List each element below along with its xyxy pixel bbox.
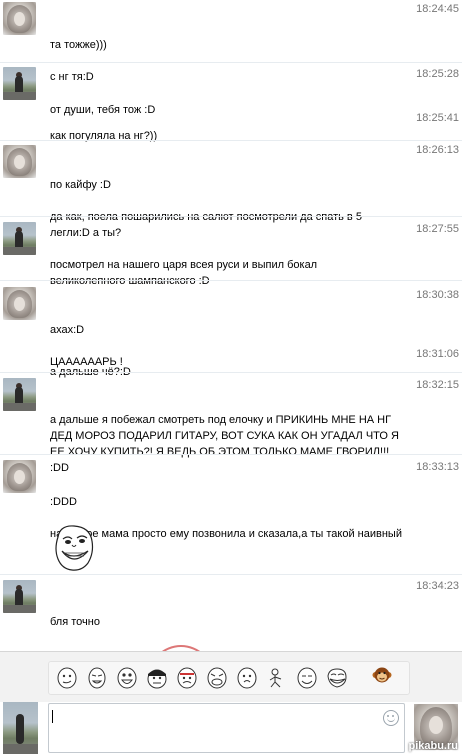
- rage-face-2-drawing: [88, 667, 106, 689]
- composer: pikabu.ru: [0, 702, 462, 755]
- meme-face-icon: [50, 523, 96, 573]
- rage-face-5-icon[interactable]: [175, 666, 199, 690]
- message-line: та тожже))): [50, 39, 107, 51]
- avatar-road: [3, 403, 36, 411]
- message-line: по кайфу :D: [50, 179, 111, 191]
- chat-history[interactable]: 18:24:45 та тожже))) с нг тя:D 18:25:28 …: [0, 0, 462, 651]
- avatar[interactable]: [3, 222, 36, 255]
- avatar[interactable]: [3, 2, 36, 35]
- message: 18:24:45 та тожже))) с нг тя:D: [0, 0, 462, 83]
- rage-face-1-drawing: [57, 667, 77, 689]
- message-time: 18:32:15: [416, 379, 459, 391]
- avatar-road: [3, 605, 36, 613]
- watermark: pikabu.ru: [408, 740, 458, 752]
- message-time: 18:24:45: [416, 3, 459, 15]
- message-input[interactable]: [48, 703, 405, 753]
- avatar[interactable]: [3, 378, 36, 411]
- my-avatar[interactable]: [3, 702, 38, 754]
- avatar-face: [14, 297, 25, 311]
- message-time: 18:27:55: [416, 223, 459, 235]
- text-caret: [52, 710, 53, 723]
- avatar-face: [14, 12, 25, 26]
- message-time: 18:25:41: [416, 112, 459, 124]
- rage-face-3-drawing: [117, 667, 137, 689]
- rage-face-8-drawing: [269, 668, 282, 688]
- rage-face-3-icon[interactable]: [115, 666, 139, 690]
- message: 18:25:28 от души, тебя тож :D: [0, 62, 462, 116]
- avatar-road: [3, 247, 36, 255]
- rage-face-4-drawing: [147, 669, 167, 689]
- message-time: 18:25:28: [416, 68, 459, 80]
- troll-face-icon[interactable]: [325, 666, 349, 690]
- message: 18:34:23 бля точно: [0, 574, 462, 651]
- rage-face-2-icon[interactable]: [85, 666, 109, 690]
- message: 18:32:15 а дальше я побежал смотреть под…: [0, 372, 462, 474]
- avatar-face: [14, 155, 25, 169]
- message: 18:27:55 посмотрел на нашего царя всея р…: [0, 216, 462, 287]
- avatar[interactable]: [3, 287, 36, 320]
- message-line: :DDD: [50, 496, 77, 508]
- avatar[interactable]: [3, 460, 36, 493]
- avatar-road: [3, 92, 36, 100]
- rage-face-6-icon[interactable]: [205, 666, 229, 690]
- message-text: :DDD наверное мама просто ему позвонила …: [50, 478, 410, 558]
- message-time: 18:30:38: [416, 289, 459, 301]
- rage-face-9-icon[interactable]: [295, 666, 319, 690]
- avatar-face: [14, 470, 25, 484]
- rage-face-8-icon[interactable]: [265, 666, 289, 690]
- message-line: наверное мама просто ему позвонила и ска…: [50, 528, 402, 540]
- avatar[interactable]: [3, 67, 36, 100]
- message-line: бля точно: [50, 616, 100, 628]
- monkey-drawing: [372, 667, 392, 683]
- avatar-person: [16, 714, 24, 744]
- emoji-bar: [0, 651, 462, 703]
- rage-face-7-drawing: [237, 667, 257, 689]
- avatar-road: [3, 744, 38, 754]
- message-text: бля точно: [50, 598, 410, 646]
- message: 18:31:06 а дальше чё?:D: [0, 344, 462, 378]
- message-time: 18:31:06: [416, 348, 459, 360]
- avatar[interactable]: [3, 580, 36, 613]
- message: 18:25:41 как погуляла на нг?)): [0, 106, 462, 142]
- rage-face-1-icon[interactable]: [55, 666, 79, 690]
- rage-face-5-drawing: [177, 667, 197, 689]
- message-time: 18:34:23: [416, 580, 459, 592]
- rage-face-6-drawing: [207, 667, 227, 689]
- troll-face-drawing: [327, 668, 347, 688]
- message-line: ахах:D: [50, 324, 85, 336]
- avatar-face: [429, 716, 443, 734]
- meme-face-drawing: [55, 525, 94, 571]
- smile-icon[interactable]: [383, 710, 399, 726]
- monkey-icon[interactable]: [372, 665, 392, 685]
- message: 18:26:13 по кайфу :D да как, поела пошар…: [0, 140, 462, 239]
- emoji-row: [48, 661, 410, 695]
- message-time: 18:33:13: [416, 461, 459, 473]
- rage-face-7-icon[interactable]: [235, 666, 259, 690]
- message-time: 18:26:13: [416, 144, 459, 156]
- rage-face-4-icon[interactable]: [145, 666, 169, 690]
- rage-face-9-drawing: [297, 667, 317, 689]
- avatar[interactable]: [3, 145, 36, 178]
- message: 18:30:38 ахах:D ЦААААААРЬ !: [0, 280, 462, 368]
